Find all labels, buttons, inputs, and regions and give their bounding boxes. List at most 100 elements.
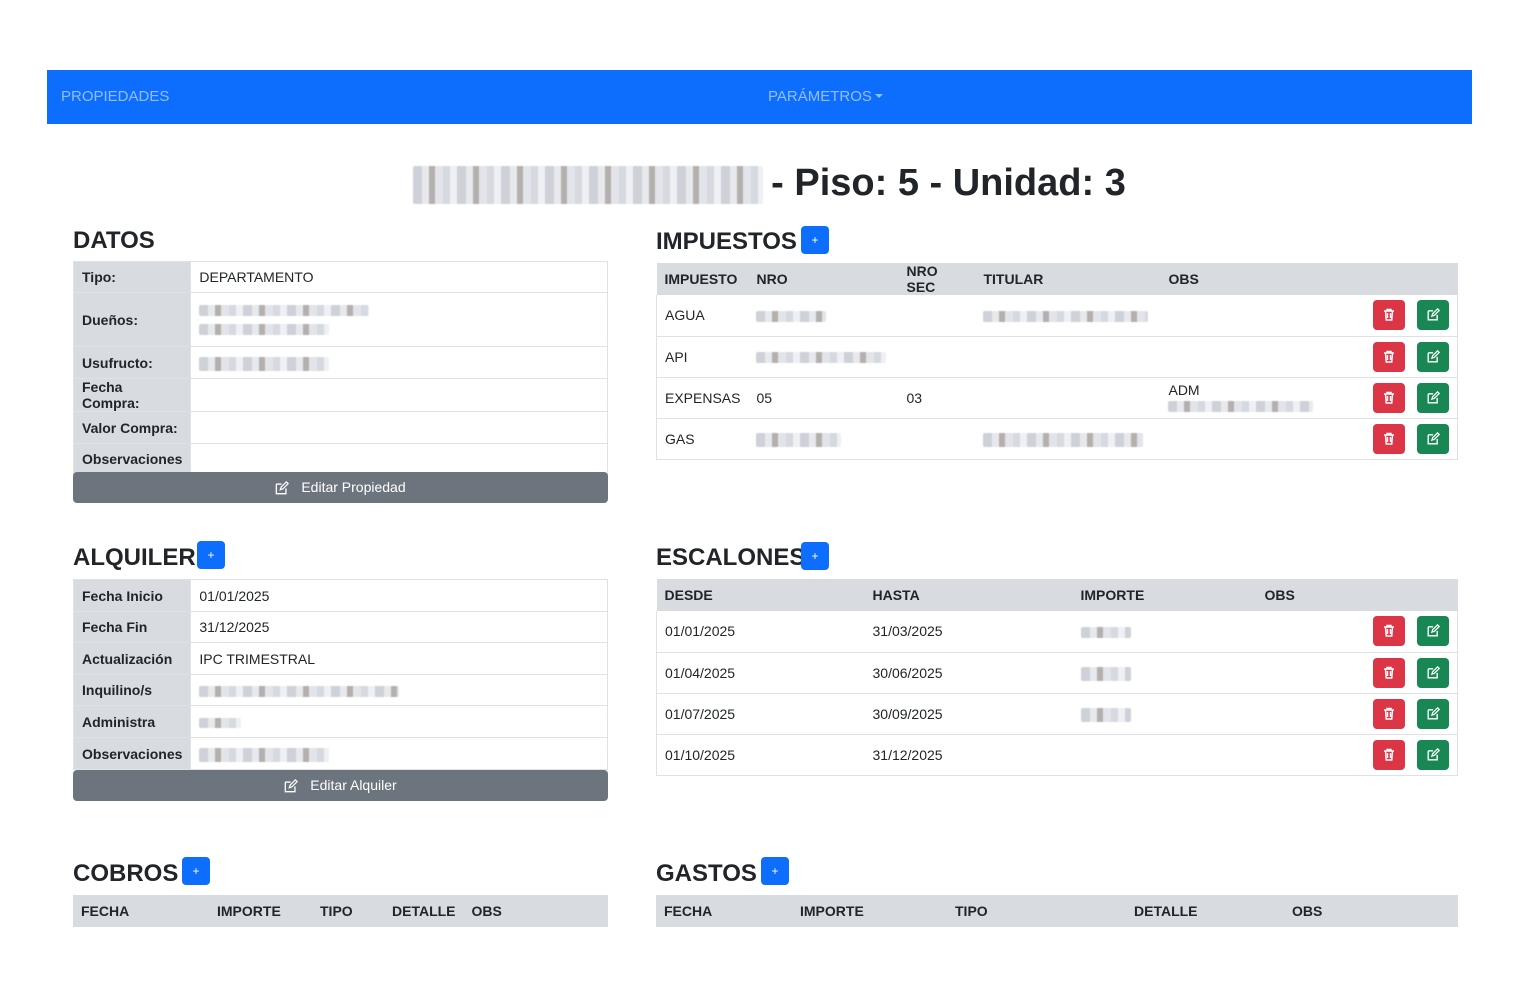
pencil-square-icon: [1427, 390, 1440, 403]
impuestos-heading: IMPUESTOS: [656, 228, 797, 255]
redacted-text: [199, 304, 370, 316]
edit-button[interactable]: [1417, 423, 1449, 454]
datos-row: Usufructo:: [72, 346, 608, 379]
edit-button[interactable]: [1417, 698, 1449, 729]
datos-value: [190, 292, 608, 347]
obs-cell: [1256, 693, 1352, 735]
delete-button[interactable]: [1373, 657, 1405, 688]
editar-propiedad-button[interactable]: Editar Propiedad: [73, 472, 608, 503]
edit-button[interactable]: [1417, 739, 1449, 770]
datos-row: Observaciones: [72, 443, 608, 475]
impuesto-cell: EXPENSAS: [656, 377, 749, 419]
add-gasto-button[interactable]: +: [761, 857, 789, 885]
hasta-cell: 30/06/2025: [864, 652, 1073, 694]
pencil-square-icon: [1427, 624, 1440, 637]
column-header: TIPO: [312, 895, 384, 927]
datos-row: Valor Compra:: [72, 411, 608, 444]
add-alquiler-button[interactable]: +: [197, 541, 225, 569]
gastos-table: FECHA IMPORTE TIPO DETALLE OBS: [656, 895, 1458, 927]
datos-value: [190, 411, 608, 444]
table-row: 01/04/2025 30/06/2025: [656, 652, 1458, 694]
trash-icon: [1384, 391, 1394, 404]
impuesto-cell: GAS: [656, 418, 749, 460]
column-header: DETALLE: [1126, 895, 1284, 927]
delete-button[interactable]: [1373, 423, 1405, 454]
table-row: 01/10/2025 31/12/2025: [656, 734, 1458, 776]
trash-icon: [1384, 625, 1394, 637]
desde-cell: 01/07/2025: [656, 693, 865, 735]
table-row: GAS: [656, 418, 1459, 460]
add-impuesto-button[interactable]: +: [801, 226, 829, 254]
delete-button[interactable]: [1373, 616, 1405, 647]
alquiler-label: Fecha Inicio: [72, 579, 192, 612]
redacted-address: [413, 165, 764, 204]
nav-propiedades-link[interactable]: PROPIEDADES: [61, 88, 169, 105]
top-navbar: PROPIEDADES PARÁMETROS: [47, 70, 1472, 124]
alquiler-label: Fecha Fin: [72, 611, 192, 643]
delete-button[interactable]: [1373, 698, 1405, 729]
nro-cell: 05: [748, 377, 899, 419]
alquiler-label: Observaciones: [72, 737, 192, 770]
datos-table: Tipo: DEPARTAMENTO Dueños: Usufructo: Fe…: [72, 261, 608, 475]
column-header: IMPORTE: [792, 895, 947, 927]
actions-header: [1351, 579, 1458, 611]
add-cobro-button[interactable]: +: [182, 857, 210, 885]
delete-button[interactable]: [1373, 382, 1405, 413]
nav-parametros-dropdown[interactable]: PARÁMETROS: [768, 88, 883, 105]
datos-value: [190, 443, 608, 475]
add-escalon-button[interactable]: +: [801, 542, 829, 570]
actions-cell: [1351, 652, 1458, 694]
actions-cell: [1351, 734, 1458, 776]
pencil-square-icon: [276, 481, 290, 495]
column-header: DESDE: [656, 579, 865, 611]
redacted-text: [756, 352, 887, 364]
cobros-header-row: FECHA IMPORTE TIPO DETALLE OBS: [73, 895, 608, 927]
alquiler-label: Actualización: [72, 642, 192, 675]
column-header: OBS: [1256, 579, 1352, 611]
datos-label: Tipo:: [72, 261, 192, 293]
edit-button[interactable]: [1417, 616, 1449, 647]
alquiler-value: [190, 737, 608, 770]
titular-cell: [975, 295, 1161, 337]
pencil-square-icon: [1427, 747, 1440, 760]
delete-button[interactable]: [1373, 300, 1405, 331]
caret-down-icon: [874, 94, 883, 98]
delete-button[interactable]: [1373, 739, 1405, 770]
datos-value: DEPARTAMENTO: [190, 261, 608, 293]
redacted-text: [199, 323, 330, 335]
cobros-table: FECHA IMPORTE TIPO DETALLE OBS: [73, 895, 608, 927]
importe-cell: [1072, 734, 1257, 776]
redacted-text: [199, 685, 400, 697]
actions-cell: [1351, 611, 1458, 653]
redacted-text: [199, 717, 242, 728]
edit-button[interactable]: [1417, 657, 1449, 688]
importe-cell: [1072, 611, 1257, 653]
datos-label: Usufructo:: [72, 346, 192, 379]
edit-button[interactable]: [1417, 382, 1449, 413]
obs-text: ADM: [1168, 381, 1200, 398]
desde-cell: 01/10/2025: [656, 734, 865, 776]
table-row: API: [656, 336, 1459, 378]
desde-cell: 01/04/2025: [656, 652, 865, 694]
datos-label: Valor Compra:: [72, 411, 192, 444]
table-row: EXPENSAS 05 03 ADM: [656, 377, 1459, 419]
redacted-text: [983, 311, 1149, 323]
edit-button[interactable]: [1417, 300, 1449, 331]
nro-sec-cell: 03: [898, 377, 976, 419]
edit-button[interactable]: [1417, 341, 1449, 372]
table-row: AGUA: [656, 295, 1459, 337]
datos-row: Tipo: DEPARTAMENTO: [72, 261, 608, 293]
desde-cell: 01/01/2025: [656, 611, 865, 653]
column-header: TITULAR: [975, 263, 1161, 295]
delete-button[interactable]: [1373, 341, 1405, 372]
editar-alquiler-label: Editar Alquiler: [310, 777, 397, 793]
hasta-cell: 30/09/2025: [864, 693, 1073, 735]
obs-cell: ADM: [1160, 377, 1351, 419]
actions-cell: [1350, 295, 1459, 337]
editar-alquiler-button[interactable]: Editar Alquiler: [73, 770, 608, 801]
column-header: NRO: [748, 263, 899, 295]
alquiler-value: 31/12/2025: [190, 611, 608, 643]
trash-icon: [1384, 748, 1394, 761]
column-header: IMPORTE: [1072, 579, 1257, 611]
column-header: NRO SEC: [898, 263, 976, 295]
